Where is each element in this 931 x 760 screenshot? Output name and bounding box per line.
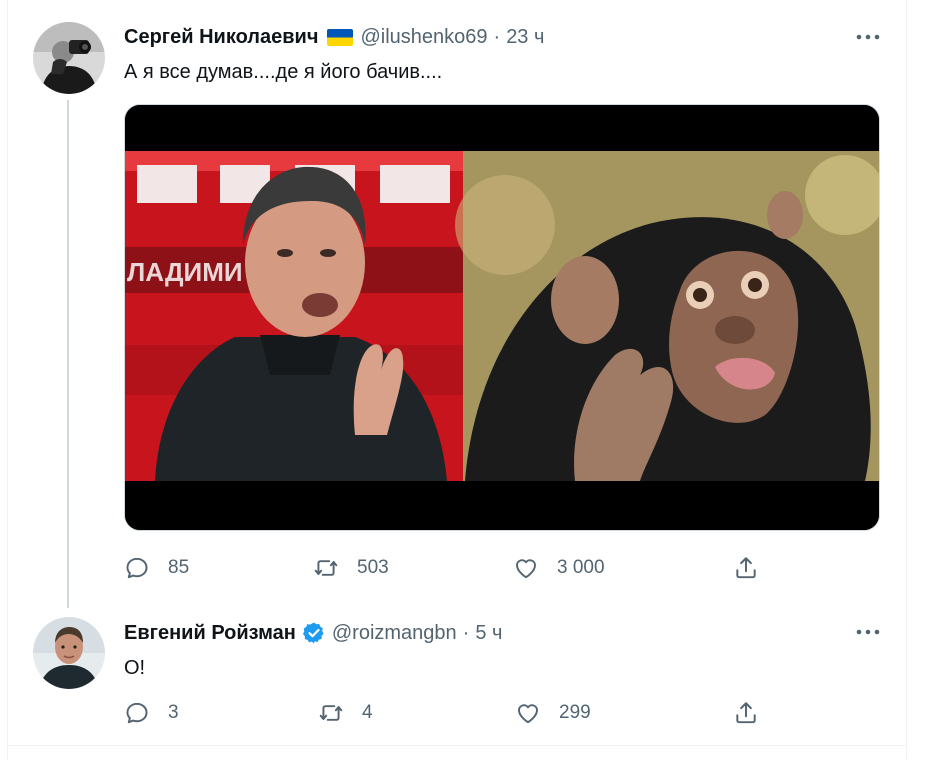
reply-icon — [124, 555, 150, 581]
share-button[interactable] — [733, 555, 777, 581]
more-icon — [856, 629, 880, 635]
chimpanzee-photo — [455, 151, 879, 481]
retweet-button[interactable]: 503 — [313, 555, 389, 581]
like-icon — [513, 555, 539, 581]
tweet-divider — [7, 745, 907, 746]
author-handle[interactable]: @roizmangbn — [332, 621, 457, 645]
share-button[interactable] — [733, 700, 777, 726]
retweet-count: 503 — [357, 557, 389, 578]
reply-button[interactable]: 85 — [124, 555, 189, 581]
ukraine-flag-icon — [327, 28, 354, 46]
tweet-timestamp[interactable]: 23 ч — [506, 25, 544, 49]
like-button[interactable]: 299 — [515, 700, 591, 726]
author-handle[interactable]: @ilushenko69 — [360, 25, 487, 49]
author-name[interactable]: Евгений Ройзман — [124, 621, 296, 645]
retweet-count: 4 — [362, 702, 373, 723]
author-name[interactable]: Сергей Николаевич — [124, 25, 318, 49]
reply-button[interactable]: 3 — [124, 700, 179, 726]
retweet-button[interactable]: 4 — [318, 700, 373, 726]
retweet-icon — [313, 555, 339, 581]
more-button[interactable] — [851, 622, 885, 642]
tweet-header: Сергей Николаевич @ilushenko69 · 23 ч — [124, 25, 544, 49]
share-icon — [733, 700, 759, 726]
like-icon — [515, 700, 541, 726]
avatar[interactable] — [33, 22, 105, 94]
retweet-icon — [318, 700, 344, 726]
separator-dot: · — [462, 622, 470, 644]
timeline-border-right — [906, 0, 907, 760]
reply-count: 3 — [168, 702, 179, 723]
tweet-header: Евгений Ройзман @roizmangbn · 5 ч — [124, 621, 502, 645]
like-button[interactable]: 3 000 — [513, 555, 605, 581]
tweet-text: О! — [124, 657, 146, 679]
thread-connector-line — [67, 100, 69, 608]
reply-count: 85 — [168, 557, 190, 578]
tweet-text: А я все думав....де я його бачив.... — [124, 61, 443, 83]
avatar[interactable] — [33, 617, 105, 689]
tweet-timestamp[interactable]: 5 ч — [475, 621, 502, 645]
share-icon — [733, 555, 759, 581]
verified-badge-icon — [302, 621, 326, 645]
timeline-border-left — [7, 0, 8, 760]
reply-icon — [124, 700, 150, 726]
like-count: 299 — [559, 702, 591, 723]
person-photo: ЛАДИМИ ОЛОВЬ — [125, 151, 463, 481]
separator-dot: · — [493, 26, 501, 48]
like-count: 3 000 — [557, 557, 605, 578]
more-icon — [856, 34, 880, 40]
tweet-media-image[interactable]: ЛАДИМИ ОЛОВЬ — [124, 104, 880, 531]
more-button[interactable] — [851, 27, 885, 47]
